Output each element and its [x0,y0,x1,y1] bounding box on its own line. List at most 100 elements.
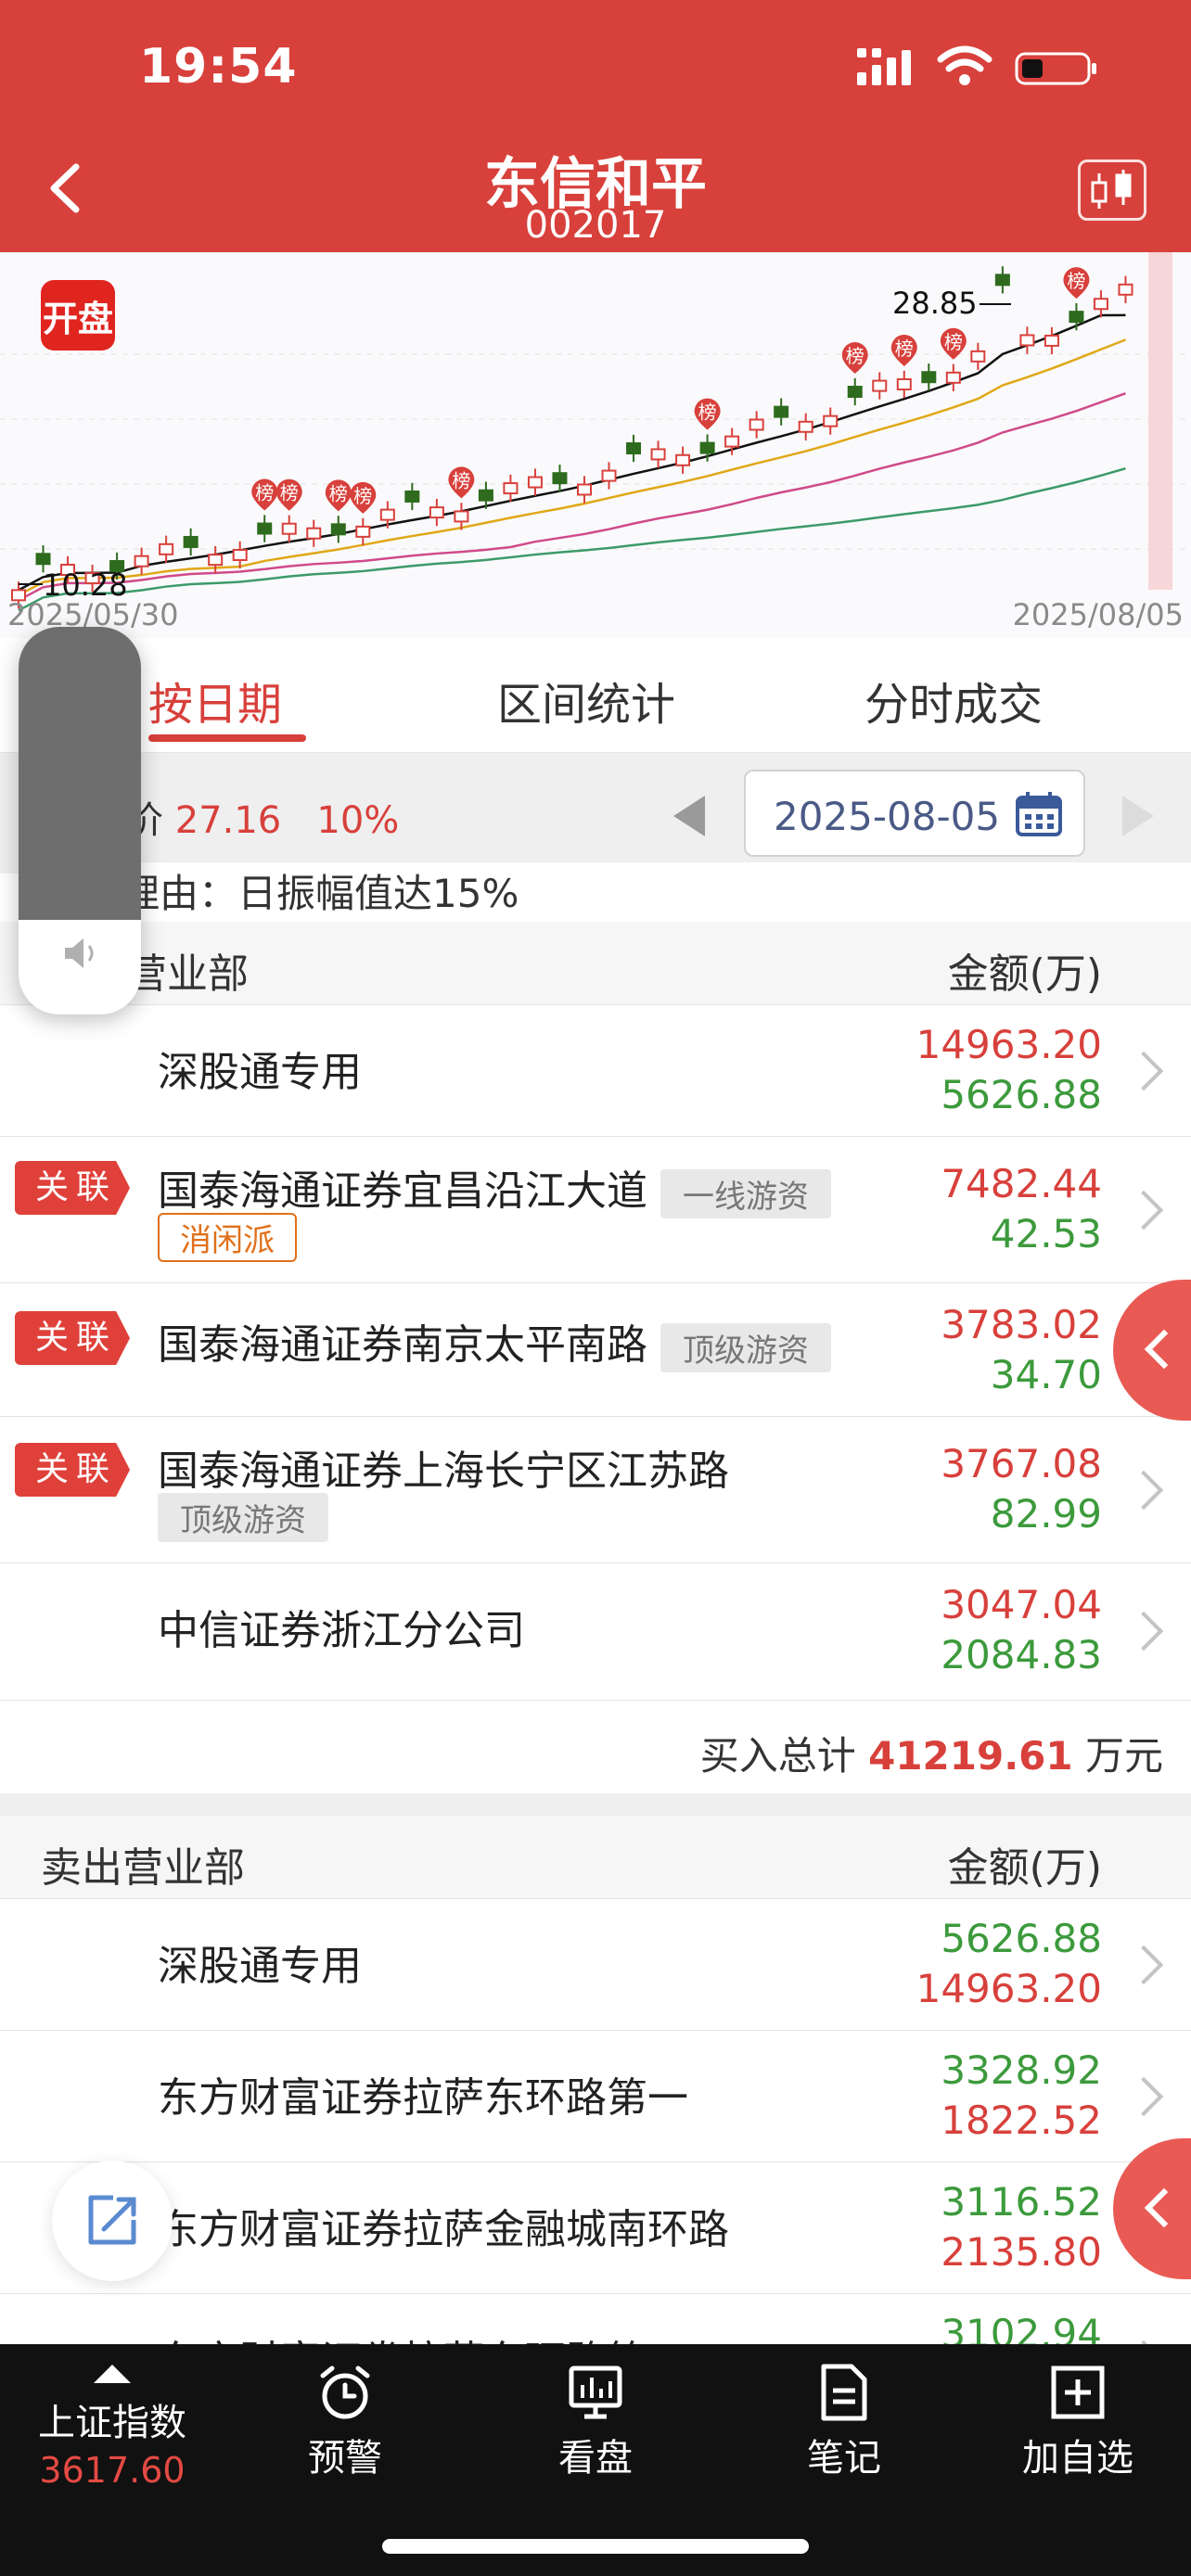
candlestick [994,266,1010,294]
candlestick [429,498,444,527]
chevron-right-icon [1123,1190,1164,1231]
sell-amount: 3116.52 [941,2179,1102,2225]
candlestick [921,363,937,391]
svg-text:榜: 榜 [280,482,299,504]
share-icon [88,2195,136,2245]
note-icon [821,2364,867,2421]
broker-name: 中信证券浙江分公司 [158,1607,525,1654]
monitor-icon [569,2366,622,2419]
sell-row-3[interactable]: 东方财富证券拉萨金融城南环路 3116.52 2135.80 [0,2162,1191,2294]
tab-by-date[interactable]: 按日期 [148,668,282,733]
sell-section-header: 卖出营业部 金额(万) [0,1816,1191,1899]
sell-amount: 5626.88 [941,1916,1102,1961]
calendar-icon [1016,792,1062,836]
trader-type-row: 顶级游资 [158,1491,328,1542]
buy-amount: 2135.80 [941,2229,1102,2275]
dragon-tiger-badge: 榜 [1063,267,1090,300]
broker-name: 东方财富证券拉萨东环路第一 [158,2074,688,2122]
broker-name: 东方财富证券拉萨金融城南环路 [158,2206,729,2253]
home-indicator[interactable] [382,2539,809,2554]
date-value: 2025-08-05 [774,794,1001,839]
related-tag: 关联 [15,1443,130,1497]
buy-row-3[interactable]: 关联 国泰海通证券南京太平南路 顶级游资 3783.02 34.70 [0,1283,1191,1417]
expand-up-icon [94,2365,131,2383]
tab-bar: 按日期 区间统计 分时成交 [0,638,1191,753]
app-header: 19:54 东信和平 002017 [0,0,1191,252]
broker-name: 深股通专用 [158,1943,362,1990]
candlestick [847,377,863,406]
broker-name: 国泰海通证券南京太平南路 顶级游资 [158,1311,831,1372]
candlestick [823,407,839,435]
buy-amount: 3767.08 [941,1441,1102,1486]
kline-svg: 榜榜榜榜榜榜榜榜榜榜 [0,252,1191,612]
candlestick [1019,326,1035,354]
related-tag: 关联 [15,1311,130,1365]
section-divider [0,1793,1191,1816]
buy-row-4[interactable]: 关联 国泰海通证券上海长宁区江苏路 顶级游资 3767.08 82.99 [0,1417,1191,1563]
dragon-tiger-badge: 榜 [940,327,967,360]
chevron-right-icon [1123,1611,1164,1651]
candlestick [281,515,297,542]
buy-row-1[interactable]: 深股通专用 14963.20 5626.88 [0,1005,1191,1137]
candlestick [552,465,568,492]
nav-add-favorite-label: 加自选 [1022,2437,1133,2480]
candlestick [970,342,986,370]
dragon-tiger-badge: 榜 [350,481,377,514]
nav-add-favorite[interactable]: 加自选 [985,2363,1171,2481]
buy-section-header: 营业部 金额(万) [0,922,1191,1005]
candlestick [1118,275,1133,303]
candlestick [355,517,371,546]
date-picker[interactable]: 2025-08-05 [744,770,1085,857]
related-tag: 关联 [15,1161,130,1215]
svg-text:榜: 榜 [698,402,717,424]
buy-row-2[interactable]: 关联 国泰海通证券宜昌沿江大道 一线游资 消闲派 7482.44 42.53 [0,1137,1191,1283]
index-ticker[interactable]: 上证指数 3617.60 [15,2344,210,2491]
buy-header-label: 营业部 [126,950,249,998]
sell-header-label: 卖出营业部 [41,1844,245,1892]
dragon-tiger-badge: 榜 [890,334,917,366]
nav-alert[interactable]: 预警 [252,2363,438,2481]
sell-row-1[interactable]: 深股通专用 5626.88 14963.20 [0,1899,1191,2031]
trader-type-tag: 一线游资 [660,1168,831,1218]
sell-row-2[interactable]: 东方财富证券拉萨东环路第一 3328.92 1822.52 [0,2031,1191,2162]
buy-total-row: 买入总计 41219.61 万元 [0,1701,1191,1793]
buy-amount: 3047.04 [941,1582,1102,1627]
close-price: 价 27.16 10% [126,790,399,844]
trader-type-tag: 顶级游资 [158,1492,328,1542]
tab-tick-trades[interactable]: 分时成交 [864,668,1043,733]
index-value: 3617.60 [39,2450,186,2491]
tab-range-stats[interactable]: 区间统计 [497,668,675,733]
candlestick [945,363,961,391]
candlestick [257,515,273,542]
kline-chart[interactable]: 榜榜榜榜榜榜榜榜榜榜 开盘 28.85 10.28 2025/05/30 202… [0,252,1191,638]
candlestick [404,482,420,511]
broker-name: 国泰海通证券宜昌沿江大道 一线游资 [158,1157,831,1218]
nav-monitor[interactable]: 看盘 [503,2363,688,2481]
trader-alias-tag[interactable]: 消闲派 [158,1213,297,1262]
svg-text:榜: 榜 [846,345,864,367]
date-filter-bar: 价 27.16 10% 2025-08-05 [0,753,1191,874]
candlestick [650,440,666,468]
next-date-button[interactable] [1122,796,1154,836]
chevron-right-icon [1123,2076,1164,2117]
previous-date-button[interactable] [673,796,705,836]
kline-switch-button[interactable] [1078,159,1146,221]
dragon-tiger-badge: 榜 [251,478,278,511]
nav-notes[interactable]: 笔记 [751,2363,937,2481]
buy-row-5[interactable]: 中信证券浙江分公司 3047.04 2084.83 [0,1563,1191,1701]
buy-total-value: 41219.61 [868,1733,1073,1779]
candlestick [330,516,346,543]
list-reason: 理由：日振幅值达15% [121,862,1191,922]
svg-text:榜: 榜 [944,331,963,353]
candlestick [159,535,174,563]
nav-notes-label: 笔记 [807,2437,881,2480]
sell-amount: 42.53 [990,1211,1102,1256]
share-button[interactable] [52,2161,173,2281]
nav-monitor-label: 看盘 [558,2437,633,2480]
candlestick [626,434,642,463]
broker-name: 国泰海通证券上海长宁区江苏路 [158,1447,729,1495]
status-time: 19:54 [139,39,298,95]
volume-hud [19,627,141,1014]
add-favorite-icon [1051,2366,1105,2419]
open-market-badge[interactable]: 开盘 [41,280,115,351]
